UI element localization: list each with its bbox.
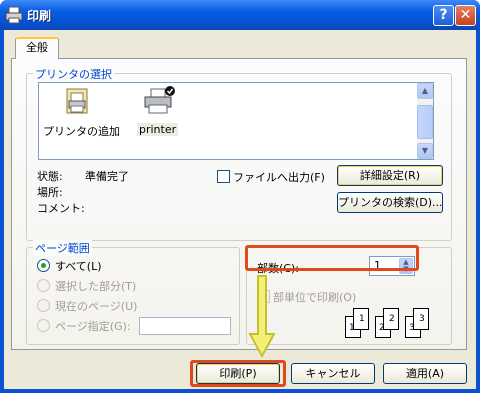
dialog-body: 全般 プリンタの選択 プリンタの追加 printer ▲ ▼ 状態: 準備完了 … (4, 30, 476, 389)
radio-current-page-label: 現在のページ(U) (55, 300, 138, 313)
page-range-group: ページ範囲 すべて(L) 選択した部分(T) 現在のページ(U) ページ指定(G… (26, 240, 240, 345)
find-printer-button[interactable]: プリンタの検索(D)... (337, 192, 443, 213)
printer-title-icon (5, 6, 23, 24)
radio-selection-label: 選択した部分(T) (55, 280, 137, 293)
scroll-up-arrow-icon[interactable]: ▲ (417, 83, 433, 99)
general-tab-page: プリンタの選択 プリンタの追加 printer ▲ ▼ 状態: 準備完了 場所:… (11, 58, 467, 350)
preferences-button[interactable]: 詳細設定(R) (337, 165, 443, 186)
collate-illustration: 1 1 2 2 3 3 (333, 306, 443, 340)
print-dialog-window: 印刷 ? ✕ 全般 プリンタの選択 プリンタの追加 printer ▲ ▼ 状態… (0, 0, 480, 393)
list-item-add-printer[interactable]: プリンタの追加 (43, 85, 120, 139)
tab-general[interactable]: 全般 (15, 37, 59, 59)
pages-input[interactable] (139, 317, 231, 335)
close-button[interactable]: ✕ (455, 5, 476, 26)
status-label: 状態: (37, 170, 63, 183)
title-bar[interactable]: 印刷 ? ✕ (0, 0, 480, 30)
cancel-button[interactable]: キャンセル (291, 363, 375, 384)
radio-selection[interactable] (37, 279, 50, 292)
print-to-file-checkbox[interactable] (217, 170, 230, 183)
printer-icon (144, 86, 175, 114)
scroll-down-arrow-icon[interactable]: ▼ (417, 143, 433, 159)
page-icon: 3 (413, 308, 429, 330)
down-arrow-icon (248, 275, 276, 358)
add-printer-icon (66, 88, 88, 114)
radio-pages[interactable] (37, 319, 50, 332)
status-value: 準備完了 (85, 170, 129, 183)
radio-pages-label: ページ指定(G): (55, 320, 131, 333)
printer-select-legend: プリンタの選択 (33, 66, 114, 82)
page-range-legend: ページ範囲 (33, 240, 92, 256)
print-button-highlight-box (190, 360, 286, 387)
list-item-printer[interactable]: printer (131, 85, 189, 139)
help-button[interactable]: ? (433, 5, 454, 26)
scroll-thumb[interactable] (417, 105, 433, 139)
apply-button[interactable]: 適用(A) (383, 363, 467, 384)
location-label: 場所: (37, 186, 63, 199)
copies-highlight-box (245, 245, 419, 271)
radio-all-label[interactable]: すべて(L) (55, 258, 102, 274)
printer-select-group: プリンタの選択 プリンタの追加 printer ▲ ▼ 状態: 準備完了 場所:… (26, 66, 452, 241)
close-icon: ✕ (459, 7, 472, 23)
window-title: 印刷 (27, 9, 52, 23)
list-item-label: printer (137, 123, 179, 136)
print-to-file-label[interactable]: ファイルへ出力(F) (233, 169, 325, 185)
collate-label: 部単位で印刷(O) (273, 291, 357, 304)
page-icon: 1 (353, 308, 369, 330)
radio-current-page[interactable] (37, 299, 50, 312)
comment-label: コメント: (37, 202, 85, 215)
printer-list[interactable]: プリンタの追加 printer ▲ ▼ (38, 82, 434, 160)
help-icon: ? (439, 7, 448, 23)
radio-selected-dot (41, 263, 46, 268)
radio-all[interactable] (37, 259, 50, 272)
page-icon: 2 (383, 308, 399, 330)
list-item-label: プリンタの追加 (43, 125, 120, 138)
list-scrollbar[interactable]: ▲ ▼ (417, 83, 433, 159)
